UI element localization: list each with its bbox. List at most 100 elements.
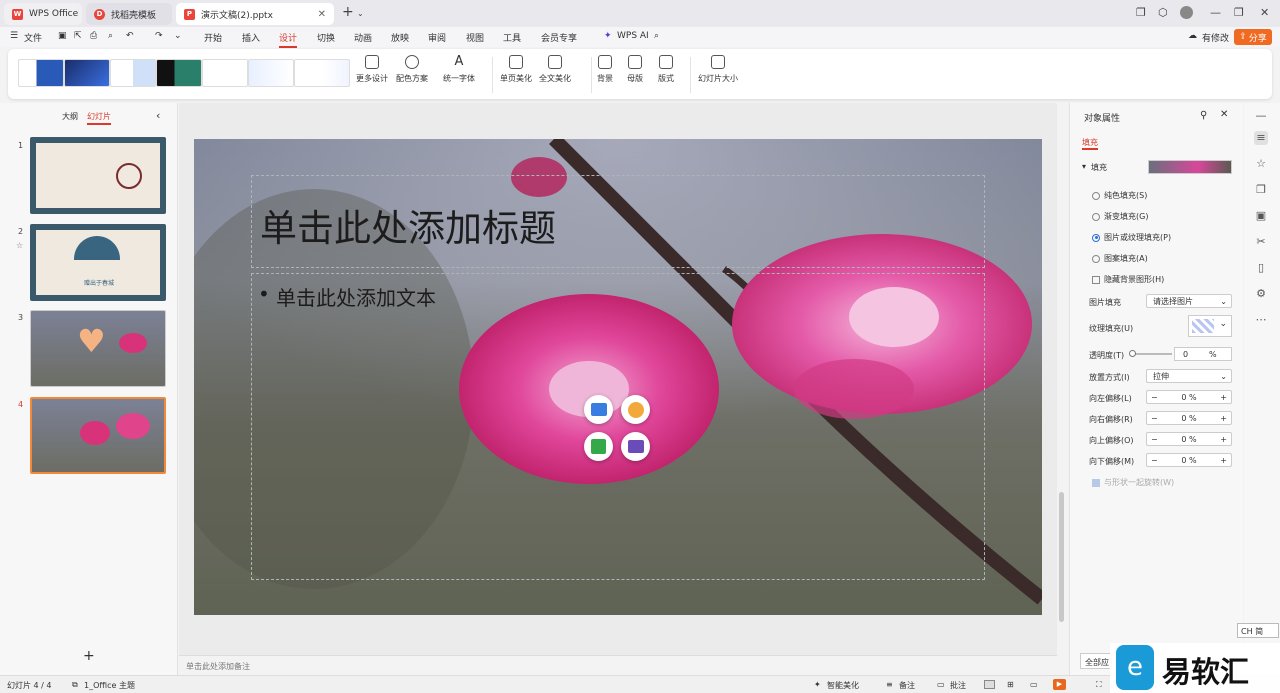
smart-beautify-button[interactable]: 智能美化	[827, 680, 859, 691]
close-panel-icon[interactable]: ✕	[1220, 109, 1228, 120]
slider-thumb[interactable]	[1129, 350, 1136, 357]
pin-icon[interactable]: ⚲	[1200, 110, 1207, 121]
transparency-input[interactable]: 0%	[1174, 347, 1232, 361]
reading-view-icon[interactable]: ▭	[1030, 680, 1038, 689]
preview-icon[interactable]: ⌕	[108, 31, 113, 41]
properties-icon[interactable]: ≡	[1254, 131, 1268, 145]
slide-editor[interactable]: 单击此处添加标题 • 单击此处添加文本	[194, 139, 1042, 615]
vertical-scrollbar[interactable]	[1059, 492, 1064, 622]
fill-tab[interactable]: 填充	[1082, 137, 1098, 150]
menu-insert[interactable]: 插入	[242, 31, 260, 44]
menu-review[interactable]: 审阅	[428, 31, 446, 44]
body-placeholder-box[interactable]: • 单击此处添加文本	[251, 273, 985, 580]
design-template-6[interactable]	[248, 59, 294, 87]
new-tab-icon[interactable]: +	[342, 4, 354, 20]
copy-icon[interactable]: ❐	[1254, 183, 1268, 197]
slide-thumbnail-4[interactable]	[30, 397, 166, 474]
texture-picker[interactable]: ⌄	[1188, 315, 1232, 337]
checkbox[interactable]	[1092, 478, 1100, 487]
title-placeholder-box[interactable]: 单击此处添加标题	[251, 175, 985, 268]
radio[interactable]	[1092, 233, 1100, 242]
insert-chart-button[interactable]	[621, 395, 650, 424]
normal-view-icon[interactable]	[984, 680, 995, 689]
edit-status[interactable]: 有修改	[1202, 31, 1229, 44]
design-template-1[interactable]	[18, 59, 64, 87]
rotate-with-shape-option[interactable]: 与形状一起旋转(W)	[1092, 477, 1174, 488]
share-button[interactable]: ⇪ 分享	[1234, 29, 1272, 45]
avatar[interactable]	[1180, 6, 1193, 19]
menu-view[interactable]: 视图	[466, 31, 484, 44]
full-beautify-button[interactable]: 全文美化	[539, 55, 571, 84]
insert-video-button[interactable]	[621, 432, 650, 461]
design-template-3[interactable]	[110, 59, 156, 87]
slides-tab[interactable]: 幻灯片	[87, 111, 111, 125]
more-design-button[interactable]: 更多设计	[356, 55, 388, 84]
master-button[interactable]: 母版	[627, 55, 643, 84]
menu-design[interactable]: 设计	[279, 31, 298, 48]
insert-table-button[interactable]	[584, 432, 613, 461]
chevron-down-icon[interactable]: ⌄	[357, 9, 364, 18]
minus-icon[interactable]: −	[1151, 456, 1158, 465]
menu-animation[interactable]: 动画	[354, 31, 372, 44]
solid-fill-option[interactable]: 纯色填充(S)	[1092, 190, 1147, 201]
outline-tab[interactable]: 大纲	[62, 111, 78, 122]
design-template-4[interactable]	[156, 59, 202, 87]
menu-start[interactable]: 开始	[204, 31, 222, 44]
image-icon[interactable]: ▣	[1254, 209, 1268, 223]
slide-thumbnail-1[interactable]	[30, 137, 166, 214]
close-window-icon[interactable]: ✕	[1260, 6, 1269, 19]
checkbox[interactable]	[1092, 275, 1100, 284]
single-beautify-button[interactable]: 单页美化	[500, 55, 532, 84]
panel-icon[interactable]: ▯	[1254, 261, 1268, 275]
cube-icon[interactable]: ⬡	[1158, 6, 1168, 19]
design-template-2[interactable]	[64, 59, 110, 87]
maximize-icon[interactable]: ❐	[1234, 6, 1244, 19]
add-slide-icon[interactable]: +	[83, 648, 95, 664]
plus-icon[interactable]: +	[1220, 435, 1227, 444]
slide-thumbnail-2[interactable]: 赠出于春城	[30, 224, 166, 301]
offset-right-stepper[interactable]: − 0 % +	[1146, 411, 1232, 425]
apply-all-button[interactable]: 全部应	[1080, 653, 1112, 669]
plus-icon[interactable]: +	[1220, 456, 1227, 465]
heart-shape[interactable]: ♥	[77, 325, 106, 357]
hamburger-icon[interactable]: ☰	[10, 31, 18, 41]
save-icon[interactable]: ▣	[58, 31, 67, 41]
close-tab-icon[interactable]: ✕	[318, 9, 326, 20]
fit-window-icon[interactable]: ⛶	[1096, 680, 1102, 690]
plus-icon[interactable]: +	[1220, 393, 1227, 402]
transparency-slider[interactable]	[1129, 350, 1172, 357]
slide-thumbnail-3[interactable]: ♥	[30, 310, 166, 387]
ime-indicator[interactable]: CH 简	[1237, 623, 1279, 638]
menu-member[interactable]: 会员专享	[541, 31, 577, 44]
notes-area[interactable]: 单击此处添加备注	[179, 655, 1057, 675]
menu-tools[interactable]: 工具	[503, 31, 521, 44]
color-scheme-button[interactable]: 配色方案	[396, 55, 428, 84]
offset-up-stepper[interactable]: − 0 % +	[1146, 432, 1232, 446]
offset-down-stepper[interactable]: − 0 % +	[1146, 453, 1232, 467]
minus-icon[interactable]: −	[1151, 435, 1158, 444]
background-button[interactable]: 背景	[597, 55, 613, 84]
comments-button[interactable]: 批注	[950, 680, 966, 691]
hide-background-option[interactable]: 隐藏背景图形(H)	[1092, 274, 1164, 285]
minus-icon[interactable]: −	[1151, 414, 1158, 423]
picture-fill-option[interactable]: 图片或纹理填充(P)	[1092, 232, 1171, 243]
chevron-down-icon[interactable]: ▾	[1082, 162, 1086, 171]
menu-slideshow[interactable]: 放映	[391, 31, 409, 44]
tab-template[interactable]: D 找稻壳模板	[86, 3, 172, 25]
design-template-5[interactable]	[202, 59, 248, 87]
offset-left-stepper[interactable]: − 0 % +	[1146, 390, 1232, 404]
placement-select[interactable]: 拉伸 ⌄	[1146, 369, 1232, 383]
fill-preview-dropdown[interactable]	[1148, 160, 1232, 174]
minimize-icon[interactable]: —	[1210, 6, 1221, 19]
theme-name[interactable]: 1_Office 主题	[84, 680, 135, 691]
notes-button[interactable]: 备注	[899, 680, 915, 691]
gradient-fill-option[interactable]: 渐变填充(G)	[1092, 211, 1148, 222]
minus-icon[interactable]: −	[1151, 393, 1158, 402]
picture-fill-select[interactable]: 请选择图片 ⌄	[1146, 294, 1232, 308]
print-icon[interactable]: ⎙	[90, 31, 97, 41]
redo-icon[interactable]: ↷	[155, 31, 163, 41]
options-icon[interactable]: ⋯	[1254, 313, 1268, 327]
tab-document[interactable]: P 演示文稿(2).pptx ✕	[176, 3, 334, 25]
play-icon[interactable]: ▶	[1053, 679, 1066, 690]
insert-picture-button[interactable]	[584, 395, 613, 424]
